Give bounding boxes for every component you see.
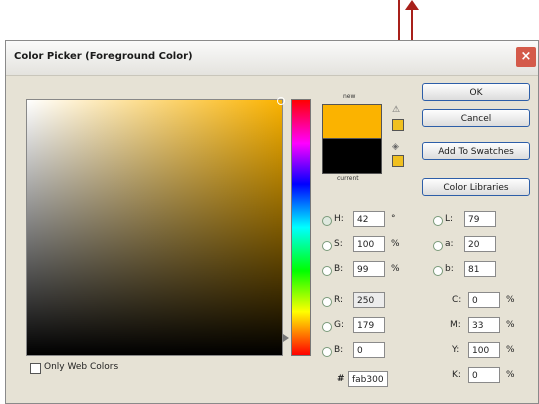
color-field-marker[interactable] — [277, 97, 285, 105]
web-warning-icon[interactable]: ◈ — [392, 142, 399, 152]
yellow-unit: % — [506, 345, 515, 355]
radio-green[interactable] — [322, 322, 332, 332]
cyan-unit: % — [506, 295, 515, 305]
new-color-swatch — [322, 104, 382, 140]
hue-input[interactable]: 42 — [353, 211, 385, 227]
saturation-input[interactable]: 100 — [353, 236, 385, 252]
title-bar: Color Picker (Foreground Color) × — [6, 41, 538, 76]
hex-input[interactable]: fab300 — [348, 371, 388, 387]
close-button[interactable]: × — [516, 47, 536, 67]
hue-unit: ° — [391, 214, 396, 224]
ok-button[interactable]: OK — [422, 83, 530, 101]
brightness-unit: % — [391, 264, 400, 274]
b-channel-input[interactable]: 81 — [464, 261, 496, 277]
magenta-label: M: — [450, 320, 461, 330]
radio-lightness[interactable] — [433, 216, 443, 226]
in-gamut-swatch-icon[interactable] — [392, 119, 404, 131]
radio-brightness[interactable] — [322, 266, 332, 276]
color-picker-dialog: Color Picker (Foreground Color) × new cu… — [5, 40, 539, 404]
current-color-swatch[interactable] — [322, 138, 382, 174]
radio-blue[interactable] — [322, 347, 332, 357]
web-safe-swatch-icon[interactable] — [392, 155, 404, 167]
gamut-warning-icon[interactable]: ⚠ — [392, 105, 400, 115]
cyan-label: C: — [452, 295, 462, 305]
radio-saturation[interactable] — [322, 241, 332, 251]
radio-red[interactable] — [322, 297, 332, 307]
b-channel-label: b: — [445, 264, 454, 274]
brightness-input[interactable]: 99 — [353, 261, 385, 277]
new-label: new — [343, 93, 356, 100]
hue-slider-arrow[interactable] — [283, 334, 289, 342]
color-field[interactable] — [26, 97, 285, 356]
blue-label: B: — [334, 345, 344, 355]
magenta-unit: % — [506, 320, 515, 330]
add-to-swatches-button[interactable]: Add To Swatches — [422, 142, 530, 160]
current-label: current — [337, 175, 359, 182]
magenta-input[interactable]: 33 — [468, 317, 500, 333]
cyan-input[interactable]: 0 — [468, 292, 500, 308]
only-web-colors-checkbox[interactable] — [30, 363, 41, 374]
red-input[interactable]: 250 — [353, 292, 385, 308]
green-input[interactable]: 179 — [353, 317, 385, 333]
radio-hue[interactable] — [322, 216, 332, 226]
color-libraries-button[interactable]: Color Libraries — [422, 178, 530, 196]
hue-label: H: — [334, 214, 344, 224]
dialog-title: Color Picker (Foreground Color) — [14, 51, 193, 62]
hex-label: # — [337, 374, 345, 384]
yellow-input[interactable]: 100 — [468, 342, 500, 358]
hue-slider[interactable] — [291, 99, 311, 356]
a-channel-input[interactable]: 20 — [464, 236, 496, 252]
black-input[interactable]: 0 — [468, 367, 500, 383]
saturation-unit: % — [391, 239, 400, 249]
radio-b-channel[interactable] — [433, 266, 443, 276]
radio-a-channel[interactable] — [433, 241, 443, 251]
brightness-label: B: — [334, 264, 344, 274]
black-unit: % — [506, 370, 515, 380]
saturation-label: S: — [334, 239, 343, 249]
cancel-button[interactable]: Cancel — [422, 109, 530, 127]
lightness-label: L: — [445, 214, 454, 224]
only-web-colors-label: Only Web Colors — [44, 362, 119, 372]
black-label: K: — [452, 370, 461, 380]
green-label: G: — [334, 320, 345, 330]
a-channel-label: a: — [445, 239, 454, 249]
lightness-input[interactable]: 79 — [464, 211, 496, 227]
yellow-label: Y: — [452, 345, 460, 355]
blue-input[interactable]: 0 — [353, 342, 385, 358]
red-label: R: — [334, 295, 344, 305]
